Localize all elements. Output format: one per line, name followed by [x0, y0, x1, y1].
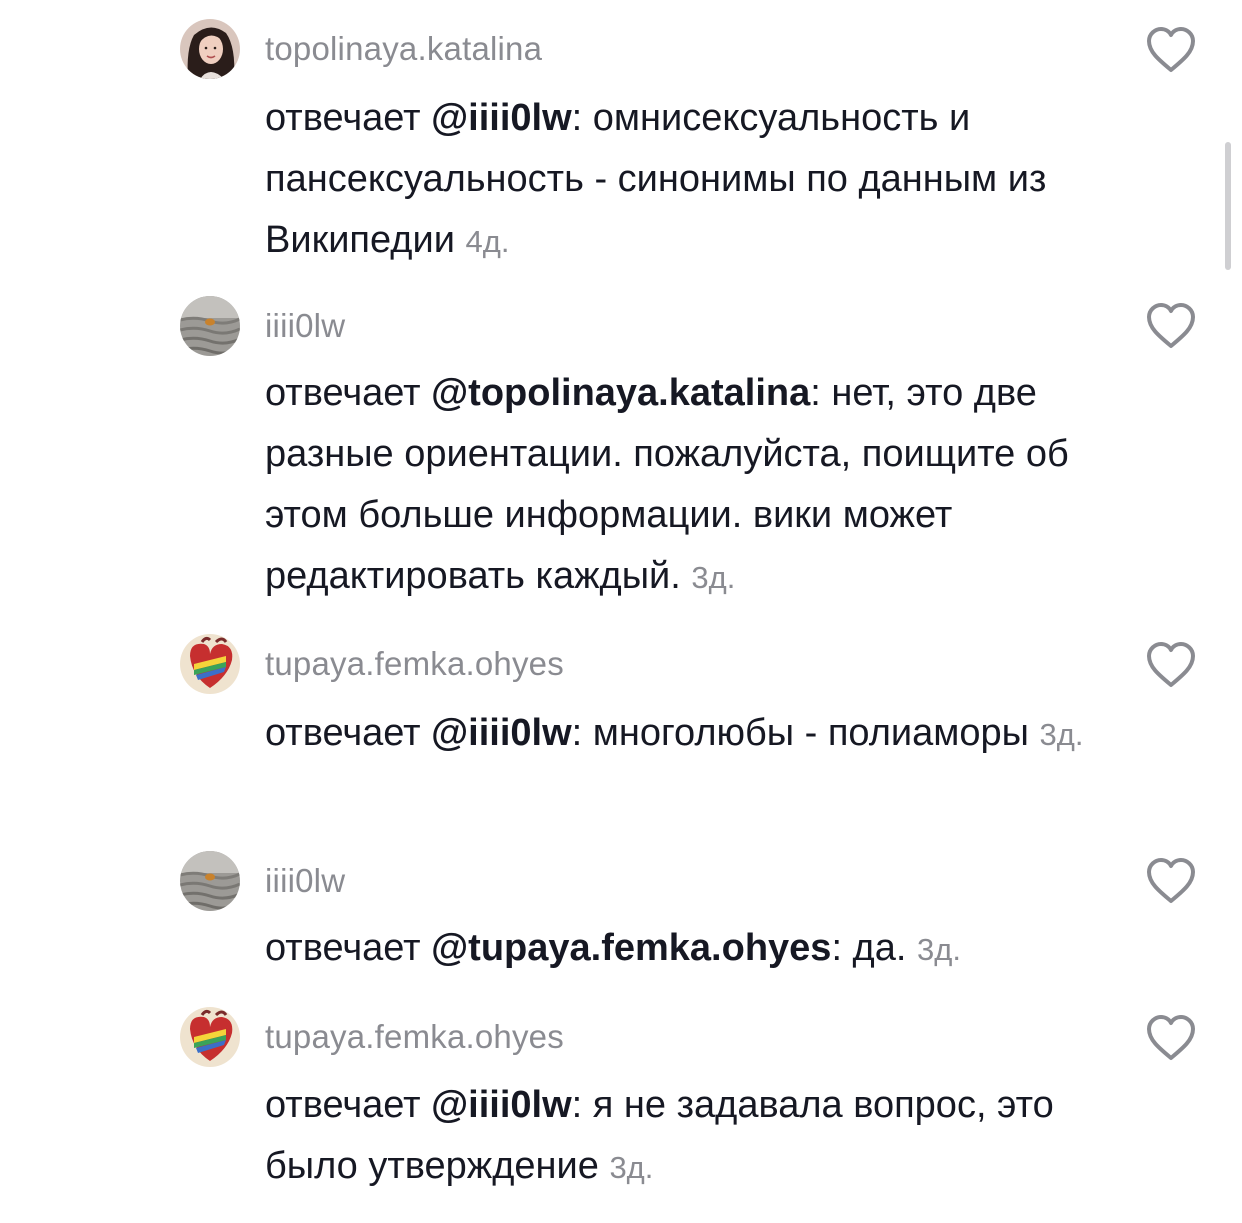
comment-text: отвечает @iiii0lw: я не задавала вопрос,…	[265, 1075, 1115, 1198]
comment-text: отвечает @tupaya.femka.ohyes: да. 3д.	[265, 918, 1115, 980]
reply-prefix: отвечает	[265, 372, 432, 414]
mention-link[interactable]: @topolinaya.katalina	[431, 372, 810, 414]
heart-outline-icon[interactable]	[1145, 26, 1197, 74]
mention-link[interactable]: @iiii0lw	[431, 97, 572, 139]
user-avatar-landscape-icon[interactable]	[180, 296, 240, 356]
heart-outline-icon[interactable]	[1145, 1014, 1197, 1062]
mention-link[interactable]: @tupaya.femka.ohyes	[431, 927, 831, 969]
user-avatar-heart-icon[interactable]	[180, 1007, 240, 1067]
reply-prefix: отвечает	[265, 712, 432, 754]
comment-timestamp: 3д.	[691, 560, 736, 595]
mention-link[interactable]: @iiii0lw	[431, 1084, 572, 1126]
mention-link[interactable]: @iiii0lw	[431, 712, 572, 754]
comment-username[interactable]: iiii0lw	[265, 307, 345, 345]
comment-timestamp: 4д.	[465, 224, 510, 259]
user-avatar-heart-icon[interactable]	[180, 634, 240, 694]
heart-outline-icon[interactable]	[1145, 302, 1197, 350]
comment-body: : многолюбы - полиаморы	[571, 712, 1029, 754]
reply-prefix: отвечает	[265, 927, 432, 969]
comment-text: отвечает @iiii0lw: многолюбы - полиаморы…	[265, 703, 1115, 765]
scrollbar[interactable]	[1225, 142, 1231, 270]
heart-outline-icon[interactable]	[1145, 857, 1197, 905]
user-avatar-woman-icon[interactable]	[180, 19, 240, 79]
comment-body: : да.	[831, 927, 907, 969]
comment-username[interactable]: iiii0lw	[265, 862, 345, 900]
comment-text: отвечает @iiii0lw: омнисексуальность и п…	[265, 88, 1115, 272]
comment-timestamp: 3д.	[609, 1150, 654, 1185]
comment-username[interactable]: tupaya.femka.ohyes	[265, 645, 564, 683]
comment-username[interactable]: tupaya.femka.ohyes	[265, 1018, 564, 1056]
comment-username[interactable]: topolinaya.katalina	[265, 30, 542, 68]
comment-text: отвечает @topolinaya.katalina: нет, это …	[265, 363, 1115, 608]
comment-timestamp: 3д.	[916, 932, 961, 967]
comment-timestamp: 3д.	[1039, 717, 1084, 752]
user-avatar-landscape-icon[interactable]	[180, 851, 240, 911]
reply-prefix: отвечает	[265, 97, 432, 139]
heart-outline-icon[interactable]	[1145, 641, 1197, 689]
reply-prefix: отвечает	[265, 1084, 432, 1126]
